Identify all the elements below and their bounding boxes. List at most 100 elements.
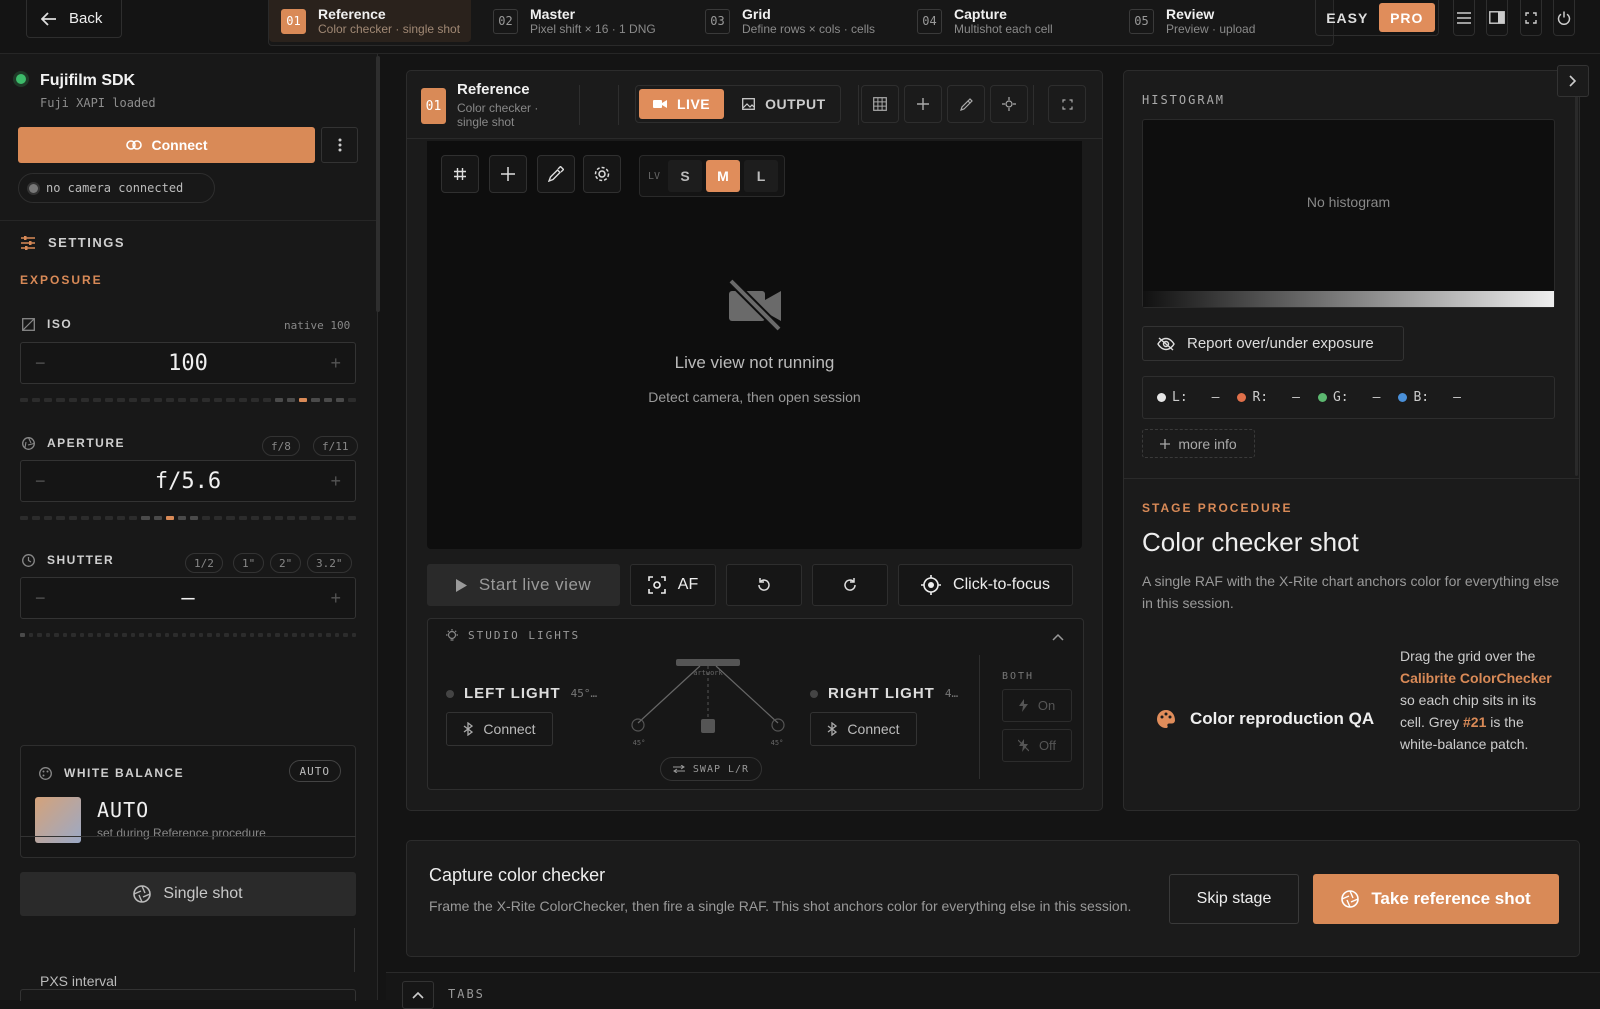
shutter-scale[interactable] [20,633,356,637]
aperture-scale[interactable] [20,516,356,520]
bluetooth-icon [464,722,474,736]
more-info-button[interactable]: more info [1142,429,1255,458]
arrow-left-icon [41,11,56,26]
shutter-preset-chip[interactable]: 1" [233,553,265,573]
lv-size-small[interactable]: S [668,160,702,192]
aperture-preset-chip[interactable]: f/11 [313,436,358,456]
color-picker-button[interactable] [537,155,575,193]
shutter-preset-chip[interactable]: 1/2 [185,553,223,573]
wb-auto-badge[interactable]: AUTO [288,760,341,782]
rotate-right-button[interactable] [812,564,888,606]
right-panel-scrollbar[interactable] [1575,96,1578,476]
more-options-button[interactable] [321,127,358,163]
menu-button[interactable] [1453,0,1475,36]
single-shot-button[interactable]: Single shot [20,872,356,916]
take-reference-shot-button[interactable]: Take reference shot [1313,874,1559,924]
channel-g: G: — [1317,390,1381,405]
click-to-focus-button[interactable]: Click-to-focus [898,564,1073,606]
pxs-interval-input[interactable] [20,989,356,1001]
step-capture[interactable]: 04 Capture Multishot each cell [905,0,1105,42]
scale-tick [224,633,229,637]
lv-size-large[interactable]: L [744,160,778,192]
left-light-connect-button[interactable]: Connect [446,712,553,746]
power-button[interactable] [1553,0,1575,36]
swap-lights-button[interactable]: SWAP L/R [660,757,762,781]
grid-toggle-button[interactable] [441,155,479,193]
scale-tick [202,516,211,520]
step-review[interactable]: 05 Review Preview · upload [1117,0,1317,42]
lv-size-medium[interactable]: M [706,160,740,192]
scale-tick [80,398,89,402]
view-settings-button[interactable] [583,155,621,193]
autofocus-button[interactable]: AF [630,564,716,606]
scale-tick [299,516,308,520]
shutter-preset-chip[interactable]: 2" [270,553,302,573]
fullscreen-button[interactable] [1520,0,1542,36]
shutter-preset-chip[interactable]: 3.2" [307,553,352,573]
aperture-stepper[interactable]: − f/5.6 + [20,460,356,502]
skip-stage-button[interactable]: Skip stage [1169,874,1299,924]
step-grid[interactable]: 03 Grid Define rows × cols · cells [693,0,893,42]
live-view-canvas[interactable]: LV S M L Live view not running Detect ca… [427,141,1082,549]
colorchecker-link[interactable]: Calibrite ColorChecker [1400,670,1552,686]
grid-overlay-button[interactable] [861,85,899,123]
aperture-increment-button[interactable]: + [330,471,341,492]
bluetooth-icon [828,722,838,736]
start-live-view-button[interactable]: Start live view [427,564,620,606]
expand-icon [1061,98,1073,110]
scale-tick [215,633,220,637]
step-reference[interactable]: 01 Reference Color checker · single shot [269,0,471,42]
shutter-increment-button[interactable]: + [330,588,341,609]
channel-value: — [1372,390,1381,405]
connect-label: Connect [151,137,208,153]
iso-stepper[interactable]: − 100 + [20,342,356,384]
rotate-left-button[interactable] [726,564,802,606]
crosshair-button[interactable] [904,85,942,123]
step-master[interactable]: 02 Master Pixel shift × 16 · 1 DNG [481,0,681,42]
view-toggle: LIVE OUTPUT [635,85,841,123]
eyedropper-button[interactable] [947,85,985,123]
output-tab[interactable]: OUTPUT [728,89,840,119]
aperture-value: f/5.6 [154,469,222,494]
palette-icon [1157,710,1175,728]
tabs-label: TABS [448,987,485,1001]
live-tab[interactable]: LIVE [639,89,725,119]
chevron-up-icon[interactable] [1052,633,1064,641]
tabs-expand-button[interactable] [402,981,434,1009]
collapse-panel-button[interactable] [1557,65,1589,97]
mode-pro-button[interactable]: PRO [1378,3,1435,32]
right-light-connect-button[interactable]: Connect [810,712,917,746]
expand-view-button[interactable] [1048,85,1086,123]
scale-tick [104,516,114,520]
iso-icon [22,317,35,331]
top-bar: Back 01 Reference Color checker · single … [0,0,1600,54]
right-light-connect-label: Connect [847,721,900,737]
aperture-preset-chip[interactable]: f/8 [262,436,300,456]
shutter-aperture-icon [1341,890,1360,908]
connect-button[interactable]: Connect [18,127,315,163]
layout-button[interactable] [1486,0,1508,36]
scale-tick [275,633,280,637]
focus-peaking-button[interactable] [990,85,1028,123]
mode-easy-button[interactable]: EASY [1319,3,1376,32]
report-exposure-button[interactable]: Report over/under exposure [1142,326,1404,361]
divider [858,85,859,125]
procedure-description: A single RAF with the X-Rite chart ancho… [1142,573,1560,611]
iso-increment-button[interactable]: + [330,353,341,374]
both-lights-on-button[interactable]: On [1002,689,1072,722]
back-button[interactable]: Back [26,0,122,38]
step-subtitle: Define rows × cols · cells [742,21,876,36]
scale-tick [79,633,84,637]
both-lights-off-button[interactable]: Off [1002,729,1072,762]
add-point-button[interactable] [489,155,527,193]
sidebar-scrollbar[interactable] [376,56,380,312]
channel-l: L: — [1157,390,1219,405]
scale-tick [309,633,314,637]
scale-tick [117,516,126,520]
flash-off-icon [1017,739,1029,752]
shutter-stepper[interactable]: − — + [20,577,356,619]
both-lights-label: BOTH [1002,671,1035,682]
eyedropper-icon [959,97,973,111]
grey-patch-link[interactable]: #21 [1463,714,1486,730]
iso-scale[interactable] [20,398,356,402]
